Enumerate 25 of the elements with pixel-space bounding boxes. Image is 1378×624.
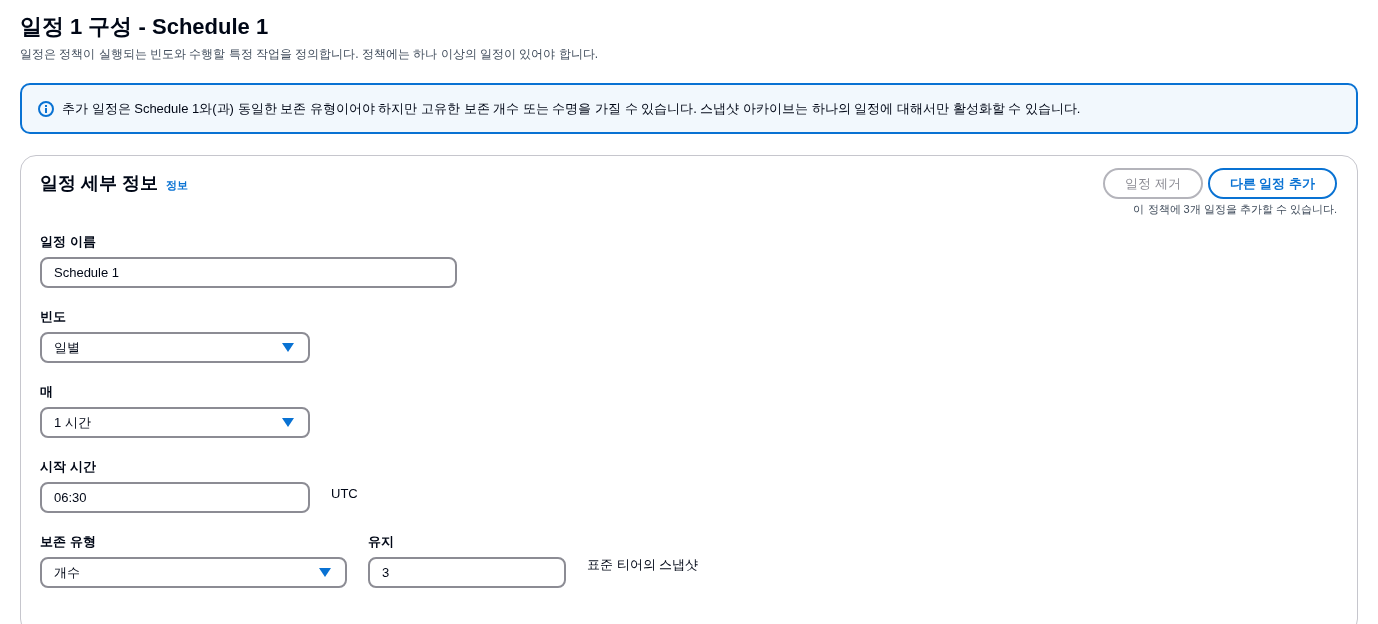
dropdown-select[interactable]: 개수 <box>40 557 347 588</box>
page-title: 일정 1 구성 - Schedule 1 <box>20 13 270 41</box>
alert-text: 추가 일정은 Schedule 1와(과) 동일한 보존 유형이어야 하지만 고유한 보존 개수 또는 수명을 가질 수 있습니다. 스냅샷 아카이브는 하나의 일정에 대해서만 활성화할 수 있습니다. <box>62 99 1081 118</box>
field-label: 빈도 <box>40 308 67 326</box>
field-note: UTC <box>331 484 358 503</box>
caret-down-icon <box>282 418 294 427</box>
field-label: 보존 유형 <box>40 533 97 551</box>
page-description: 일정은 정책이 실행되는 빈도와 수행할 특정 작업을 정의합니다. 정책에는 하나 이상의 일정이 있어야 합니다. <box>20 46 599 62</box>
text-input[interactable]: 06:30 <box>40 482 310 513</box>
dropdown-select[interactable]: 일별 <box>40 332 310 363</box>
schedule-limit-caption: 이 정책에 3개 일정을 추가할 수 있습니다. <box>1133 202 1337 216</box>
field-label: 매 <box>40 383 54 401</box>
dropdown-select[interactable]: 1 시간 <box>40 407 310 438</box>
add-schedule-button[interactable]: 다른 일정 추가 <box>1207 168 1337 199</box>
field-label: 일정 이름 <box>40 233 97 251</box>
caret-down-icon <box>282 343 294 352</box>
caret-down-icon <box>319 568 331 577</box>
info-link[interactable]: 정보 <box>166 177 188 194</box>
field-label: 유지 <box>368 533 395 551</box>
field-note: 표준 티어의 스냅샷 <box>587 555 699 574</box>
text-input[interactable]: 3 <box>368 557 566 588</box>
info-icon <box>38 100 54 117</box>
text-input[interactable]: Schedule 1 <box>40 257 457 288</box>
field-label: 시작 시간 <box>40 458 97 476</box>
card-title: 일정 세부 정보 <box>40 172 158 195</box>
